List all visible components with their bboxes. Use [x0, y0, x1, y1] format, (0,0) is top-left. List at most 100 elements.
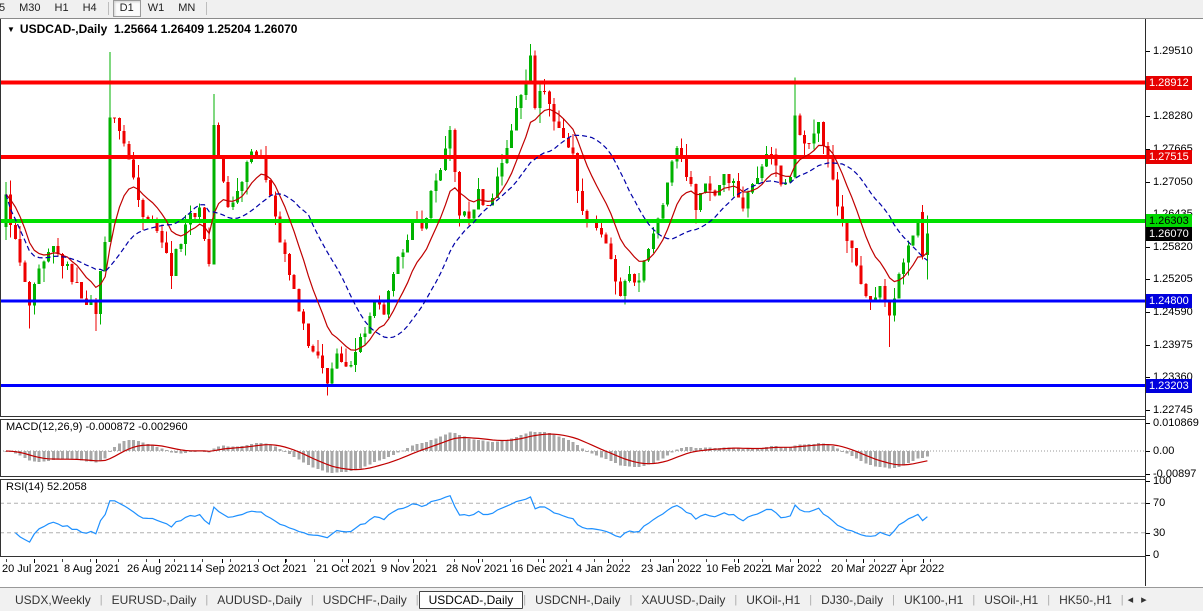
date-minor-tick: [454, 559, 455, 562]
date-tick-label: 4 Jan 2022: [576, 563, 630, 575]
chart-tab-audusd-[interactable]: AUDUSD-,Daily: [208, 591, 311, 609]
date-minor-tick: [734, 559, 735, 562]
date-minor-tick: [538, 559, 539, 562]
chart-tab-uk100-[interactable]: UK100-,H1: [895, 591, 972, 609]
rsi-tick-mark: [1146, 481, 1150, 482]
price-tick-mark: [1146, 247, 1150, 248]
chart-dropdown-icon: ▼: [7, 25, 15, 34]
chart-tab-usdchf-[interactable]: USDCHF-,Daily: [314, 591, 416, 609]
price-tick-label: 1.23975: [1153, 339, 1193, 351]
timeframe-button-m30[interactable]: M30: [12, 0, 47, 16]
price-level-badge: 1.26070: [1146, 227, 1192, 241]
macd-tick-mark: [1146, 474, 1150, 475]
tabs-scroll-right-icon[interactable]: ▸: [1137, 593, 1151, 606]
date-minor-tick: [706, 559, 707, 562]
chart-tab-usdcad-[interactable]: USDCAD-,Daily: [419, 591, 524, 609]
chart-tab-ukoil-[interactable]: UKOil-,H1: [737, 591, 809, 609]
date-tick-label: 21 Oct 2021: [316, 563, 376, 575]
date-tick-label: 14 Sep 2021: [190, 563, 252, 575]
price-tick-label: 1.22745: [1153, 404, 1193, 416]
date-minor-tick: [762, 559, 763, 562]
chart-tab-usoil-[interactable]: USOil-,H1: [975, 591, 1047, 609]
price-tick-label: 1.29510: [1153, 45, 1193, 57]
date-minor-tick: [846, 559, 847, 562]
timeframe-button-d1[interactable]: D1: [113, 0, 141, 17]
rsi-tick-label: 100: [1153, 475, 1171, 487]
date-tick-label: 16 Dec 2021: [511, 563, 573, 575]
date-minor-tick: [622, 559, 623, 562]
date-minor-tick: [902, 559, 903, 562]
date-minor-tick: [510, 559, 511, 562]
date-minor-tick: [314, 559, 315, 562]
date-minor-tick: [342, 559, 343, 562]
rsi-tick-label: 0: [1153, 549, 1159, 561]
rsi-tick-label: 30: [1153, 527, 1165, 539]
date-axis[interactable]: 20 Jul 20218 Aug 202126 Aug 202114 Sep 2…: [0, 559, 1145, 586]
chart-tab-xauusd-[interactable]: XAUUSD-,Daily: [632, 591, 734, 609]
price-tick-mark: [1146, 410, 1150, 411]
date-minor-tick: [566, 559, 567, 562]
macd-tick-mark: [1146, 423, 1150, 424]
date-minor-tick: [230, 559, 231, 562]
date-minor-tick: [594, 559, 595, 562]
timeframe-button-h4[interactable]: H4: [76, 0, 104, 16]
date-minor-tick: [678, 559, 679, 562]
price-level-badge: 1.24800: [1146, 294, 1192, 308]
date-minor-tick: [930, 559, 931, 562]
chart-tab-usdcnh-[interactable]: USDCNH-,Daily: [526, 591, 629, 609]
timeframe-button-mn[interactable]: MN: [171, 0, 202, 16]
price-tick-mark: [1146, 345, 1150, 346]
rsi-tick-mark: [1146, 555, 1150, 556]
date-minor-tick: [874, 559, 875, 562]
date-minor-tick: [482, 559, 483, 562]
date-minor-tick: [650, 559, 651, 562]
macd-tick-label: 0.00: [1153, 445, 1174, 457]
price-tick-mark: [1146, 182, 1150, 183]
chart-tab-hk50-[interactable]: HK50-,H1: [1050, 591, 1121, 609]
date-minor-tick: [286, 559, 287, 562]
date-tick-label: 10 Feb 2022: [706, 563, 768, 575]
price-tick-label: 1.27050: [1153, 176, 1193, 188]
date-tick-label: 23 Jan 2022: [641, 563, 702, 575]
chart-tab-eurusd-[interactable]: EURUSD-,Daily: [103, 591, 206, 609]
date-tick-label: 20 Mar 2022: [831, 563, 893, 575]
chart-title: ▼USDCAD-,Daily 1.25664 1.26409 1.25204 1…: [7, 22, 297, 36]
price-level-badge: 1.23203: [1146, 379, 1192, 393]
date-minor-tick: [398, 559, 399, 562]
date-tick-label: 7 Apr 2022: [891, 563, 944, 575]
chart-tab-dj30-[interactable]: DJ30-,Daily: [812, 591, 892, 609]
date-tick-label: 28 Nov 2021: [446, 563, 508, 575]
date-tick-label: 1 Mar 2022: [766, 563, 822, 575]
date-minor-tick: [790, 559, 791, 562]
date-minor-tick: [258, 559, 259, 562]
macd-tick-mark: [1146, 451, 1150, 452]
date-minor-tick: [62, 559, 63, 562]
date-minor-tick: [146, 559, 147, 562]
price-tick-label: 1.28280: [1153, 110, 1193, 122]
chart-tabs-bar: USDX,Weekly|EURUSD-,Daily|AUDUSD-,Daily|…: [0, 587, 1203, 611]
date-minor-tick: [426, 559, 427, 562]
macd-indicator-label: MACD(12,26,9) -0.000872 -0.002960: [6, 421, 188, 433]
chart-tab-usdx[interactable]: USDX,Weekly: [6, 591, 100, 609]
tabs-scroll-left-icon[interactable]: ◂: [1124, 593, 1138, 606]
price-tick-label: 1.25205: [1153, 273, 1193, 285]
date-tick-label: 8 Aug 2021: [64, 563, 120, 575]
chart-panels: ▼USDCAD-,Daily 1.25664 1.26409 1.25204 1…: [0, 19, 1203, 587]
price-tick-mark: [1146, 116, 1150, 117]
rsi-panel-canvas[interactable]: [0, 479, 1145, 557]
toolbar-divider: [108, 2, 109, 15]
rsi-tick-mark: [1146, 503, 1150, 504]
timeframe-button-w1[interactable]: W1: [141, 0, 172, 16]
timeframe-toolbar: 5M30H1H4 D1W1MN: [0, 0, 1203, 19]
price-tick-mark: [1146, 51, 1150, 52]
timeframe-button-5[interactable]: 5: [0, 0, 12, 16]
date-tick-label: 3 Oct 2021: [253, 563, 307, 575]
price-tick-mark: [1146, 312, 1150, 313]
timeframe-button-h1[interactable]: H1: [48, 0, 76, 16]
main-chart-canvas[interactable]: [0, 19, 1145, 417]
date-tick-label: 20 Jul 2021: [2, 563, 59, 575]
rsi-tick-mark: [1146, 533, 1150, 534]
price-axis[interactable]: 1.295101.282801.276651.270501.264351.258…: [1146, 19, 1203, 586]
date-minor-tick: [6, 559, 7, 562]
price-tick-label: 1.25820: [1153, 241, 1193, 253]
